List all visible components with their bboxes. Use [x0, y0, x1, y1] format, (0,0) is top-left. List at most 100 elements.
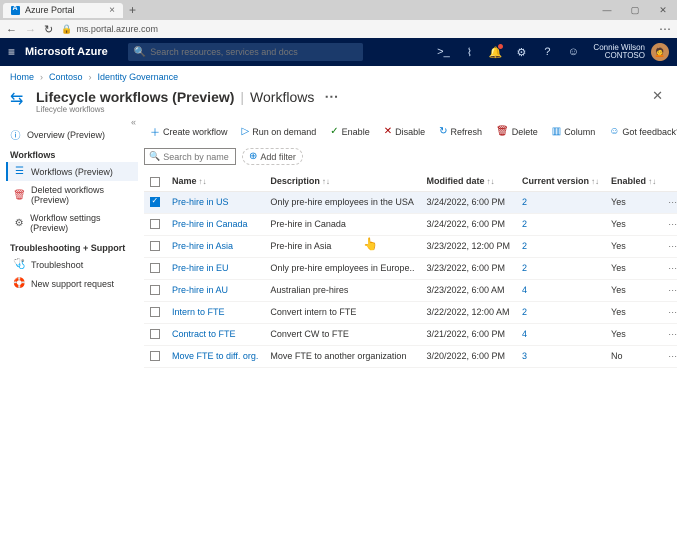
workflow-name-link[interactable]: Pre-hire in US: [172, 197, 229, 207]
workflow-name-link[interactable]: Pre-hire in Canada: [172, 219, 248, 229]
trash-icon: 🗑: [14, 190, 25, 201]
row-more-button[interactable]: ⋯: [662, 257, 677, 279]
cell-description: Pre-hire in Canada: [264, 213, 420, 235]
feedback-button[interactable]: ☺Got feedback?: [603, 124, 677, 139]
sidebar-item-settings[interactable]: ⚙ Workflow settings (Preview): [6, 209, 138, 237]
run-on-demand-button[interactable]: ▷Run on demand: [236, 124, 323, 139]
settings-icon[interactable]: ⚙: [509, 46, 533, 59]
create-workflow-button[interactable]: ＋Create workflow: [144, 122, 234, 141]
table-row[interactable]: Contract to FTEConvert CW to FTE3/21/202…: [144, 323, 677, 345]
sidebar-item-deleted[interactable]: 🗑 Deleted workflows (Preview): [6, 181, 138, 209]
version-link[interactable]: 4: [522, 329, 527, 339]
minimize-button[interactable]: —: [593, 5, 621, 16]
cell-enabled: Yes: [605, 257, 662, 279]
sidebar-item-label: New support request: [31, 279, 114, 289]
row-more-button[interactable]: ⋯: [662, 323, 677, 345]
row-checkbox[interactable]: [150, 329, 160, 339]
add-filter-button[interactable]: ⊕ Add filter: [242, 148, 303, 165]
table-row[interactable]: Pre-hire in CanadaPre-hire in Canada3/24…: [144, 213, 677, 235]
user-block[interactable]: Connie Wilson CONTOSO: [593, 44, 645, 60]
disable-button[interactable]: ✕Disable: [378, 124, 431, 139]
close-tab-button[interactable]: ×: [109, 5, 115, 16]
workflow-name-link[interactable]: Pre-hire in EU: [172, 263, 229, 273]
new-tab-button[interactable]: +: [123, 3, 142, 17]
column-button[interactable]: ▥Column: [546, 124, 601, 139]
version-link[interactable]: 2: [522, 197, 527, 207]
table-row[interactable]: Pre-hire in USOnly pre-hire employees in…: [144, 191, 677, 213]
page-more-button[interactable]: ⋯: [320, 88, 342, 105]
row-more-button[interactable]: ⋯: [662, 213, 677, 235]
table-row[interactable]: Pre-hire in EUOnly pre-hire employees in…: [144, 257, 677, 279]
row-checkbox[interactable]: [150, 307, 160, 317]
row-more-button[interactable]: ⋯: [662, 235, 677, 257]
window-controls: — ▢ ✕: [593, 5, 677, 16]
sidebar-item-troubleshoot[interactable]: 🩺 Troubleshoot: [6, 255, 138, 274]
crumb-home[interactable]: Home: [10, 72, 34, 82]
browser-tab[interactable]: Azure Portal ×: [3, 3, 123, 18]
global-search-input[interactable]: [150, 47, 357, 57]
ban-icon: ✕: [384, 126, 392, 137]
cloud-shell-icon[interactable]: >_: [431, 46, 455, 58]
feedback-icon[interactable]: ☺: [561, 46, 585, 58]
browser-menu-button[interactable]: ⋯: [659, 22, 671, 36]
select-all-checkbox[interactable]: [150, 177, 160, 187]
workflow-name-link[interactable]: Pre-hire in Asia: [172, 241, 233, 251]
crumb-contoso[interactable]: Contoso: [49, 72, 83, 82]
table-row[interactable]: Move FTE to diff. org.Move FTE to anothe…: [144, 345, 677, 367]
address-bar[interactable]: 🔒 ms.portal.azure.com: [61, 24, 651, 35]
sidebar-item-support[interactable]: 🛟 New support request: [6, 274, 138, 293]
row-checkbox[interactable]: [150, 241, 160, 251]
row-more-button[interactable]: ⋯: [662, 279, 677, 301]
version-link[interactable]: 4: [522, 285, 527, 295]
content-pane: ＋Create workflow ▷Run on demand ✓Enable …: [138, 118, 677, 560]
collapse-sidebar-button[interactable]: «: [131, 117, 136, 127]
col-description[interactable]: Description↑↓: [264, 172, 420, 191]
directory-filter-icon[interactable]: ⌇: [457, 46, 481, 59]
row-checkbox[interactable]: [150, 263, 160, 273]
close-window-button[interactable]: ✕: [649, 5, 677, 16]
forward-button[interactable]: →: [25, 23, 36, 35]
close-blade-button[interactable]: ✕: [652, 88, 667, 104]
col-name[interactable]: Name↑↓: [166, 172, 264, 191]
global-search[interactable]: 🔍: [128, 43, 363, 61]
col-enabled[interactable]: Enabled↑↓: [605, 172, 662, 191]
hamburger-menu-icon[interactable]: ≡: [8, 45, 15, 59]
version-link[interactable]: 2: [522, 263, 527, 273]
version-link[interactable]: 2: [522, 307, 527, 317]
workflow-name-link[interactable]: Contract to FTE: [172, 329, 236, 339]
row-checkbox[interactable]: [150, 197, 160, 207]
table-row[interactable]: Pre-hire in AsiaPre-hire in Asia3/23/202…: [144, 235, 677, 257]
search-by-name-input[interactable]: 🔍 Search by name: [144, 148, 236, 165]
col-version[interactable]: Current version↑↓: [516, 172, 605, 191]
crumb-identity[interactable]: Identity Governance: [98, 72, 179, 82]
enable-button[interactable]: ✓Enable: [324, 124, 375, 139]
notifications-icon[interactable]: 🔔: [483, 46, 507, 59]
version-link[interactable]: 2: [522, 241, 527, 251]
help-icon[interactable]: ?: [535, 46, 559, 58]
row-checkbox[interactable]: [150, 285, 160, 295]
table-row[interactable]: Pre-hire in AUAustralian pre-hires3/23/2…: [144, 279, 677, 301]
brand-label[interactable]: Microsoft Azure: [25, 46, 108, 58]
sidebar-item-label: Workflows (Preview): [31, 167, 113, 177]
search-icon: 🔍: [149, 151, 160, 162]
col-modified[interactable]: Modified date↑↓: [420, 172, 516, 191]
maximize-button[interactable]: ▢: [621, 5, 649, 16]
version-link[interactable]: 3: [522, 351, 527, 361]
sidebar-overview[interactable]: ⓘ Overview (Preview): [6, 125, 138, 144]
row-checkbox[interactable]: [150, 219, 160, 229]
workflow-name-link[interactable]: Intern to FTE: [172, 307, 225, 317]
delete-button[interactable]: 🗑Delete: [490, 124, 544, 139]
sidebar-item-workflows[interactable]: ☰ Workflows (Preview): [6, 162, 138, 181]
row-more-button[interactable]: ⋯: [662, 301, 677, 323]
version-link[interactable]: 2: [522, 219, 527, 229]
back-button[interactable]: ←: [6, 23, 17, 35]
refresh-browser-button[interactable]: ↻: [44, 23, 53, 36]
row-more-button[interactable]: ⋯: [662, 191, 677, 213]
refresh-button[interactable]: ↻Refresh: [433, 124, 488, 139]
workflow-name-link[interactable]: Pre-hire in AU: [172, 285, 228, 295]
table-row[interactable]: Intern to FTEConvert intern to FTE3/22/2…: [144, 301, 677, 323]
avatar[interactable]: 🙍: [651, 43, 669, 61]
row-checkbox[interactable]: [150, 351, 160, 361]
row-more-button[interactable]: ⋯: [662, 345, 677, 367]
workflow-name-link[interactable]: Move FTE to diff. org.: [172, 351, 258, 361]
